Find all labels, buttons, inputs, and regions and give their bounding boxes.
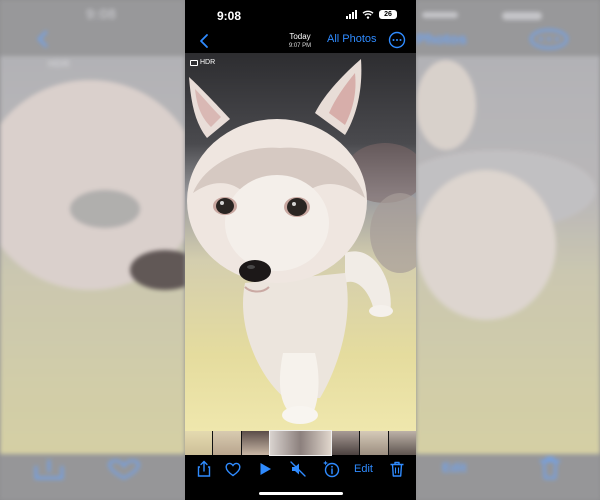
delete-button[interactable] bbox=[388, 460, 406, 478]
ghost-trash-icon bbox=[536, 456, 564, 480]
photo-viewer: 9:08 26 Today 9:07 PM All Photos HDR Edi… bbox=[185, 0, 416, 500]
ghost-photos-link: Photos bbox=[416, 31, 467, 48]
share-icon bbox=[197, 460, 211, 477]
photo-date: Today 9:07 PM bbox=[278, 32, 322, 50]
play-icon bbox=[260, 463, 271, 475]
ghost-hdr-badge: HDR bbox=[48, 59, 70, 70]
thumbnail-strip[interactable] bbox=[185, 430, 416, 456]
favorite-button[interactable] bbox=[224, 460, 242, 478]
thumbnail[interactable] bbox=[241, 431, 270, 455]
background-ghost-left: 9:08 HDR bbox=[0, 0, 185, 500]
thumbnail[interactable] bbox=[388, 431, 416, 455]
info-sparkle-icon bbox=[323, 460, 340, 478]
status-time: 9:08 bbox=[217, 9, 242, 23]
status-bar: 9:08 26 bbox=[185, 0, 416, 30]
thumbnail[interactable] bbox=[213, 431, 241, 455]
more-button[interactable] bbox=[388, 31, 406, 49]
cellular-signal-icon bbox=[346, 10, 357, 19]
wifi-icon bbox=[362, 10, 374, 19]
mute-button[interactable] bbox=[289, 460, 307, 478]
heart-icon bbox=[225, 462, 241, 477]
thumbnail[interactable] bbox=[360, 431, 388, 455]
ghost-time: 9:08 bbox=[86, 6, 117, 23]
hdr-badge: HDR bbox=[190, 59, 215, 66]
thumbnail[interactable] bbox=[331, 431, 360, 455]
play-button[interactable] bbox=[256, 460, 274, 478]
nav-subtitle: 9:07 PM bbox=[288, 43, 312, 49]
share-button[interactable] bbox=[195, 460, 213, 478]
bottom-toolbar: Edit bbox=[185, 456, 416, 484]
ghost-edit-label: Edit bbox=[442, 460, 467, 475]
thumbnail[interactable] bbox=[185, 431, 213, 455]
hdr-label: HDR bbox=[200, 59, 216, 66]
navigation-bar: Today 9:07 PM All Photos bbox=[185, 30, 416, 52]
trash-icon bbox=[390, 461, 404, 477]
battery-icon: 26 bbox=[379, 10, 397, 19]
info-button[interactable] bbox=[322, 460, 340, 478]
speaker-muted-icon bbox=[290, 461, 306, 477]
all-photos-link[interactable]: All Photos bbox=[327, 33, 377, 45]
chevron-left-icon bbox=[200, 34, 208, 48]
puppy-photo bbox=[187, 59, 416, 424]
photo-content[interactable]: HDR bbox=[185, 53, 416, 431]
edit-button[interactable]: Edit bbox=[354, 463, 373, 475]
ellipsis-circle-icon bbox=[388, 31, 406, 49]
ghost-share-icon bbox=[32, 458, 66, 480]
back-button[interactable] bbox=[195, 31, 215, 51]
ghost-heart-icon bbox=[104, 458, 144, 480]
hdr-icon bbox=[190, 59, 198, 66]
background-ghost-right: Photos Edit bbox=[416, 0, 600, 500]
nav-title: Today bbox=[289, 32, 311, 41]
thumbnail-current[interactable] bbox=[269, 430, 332, 456]
home-indicator[interactable] bbox=[259, 492, 343, 495]
ghost-back-icon bbox=[34, 30, 52, 48]
ghost-more-icon bbox=[528, 28, 570, 50]
